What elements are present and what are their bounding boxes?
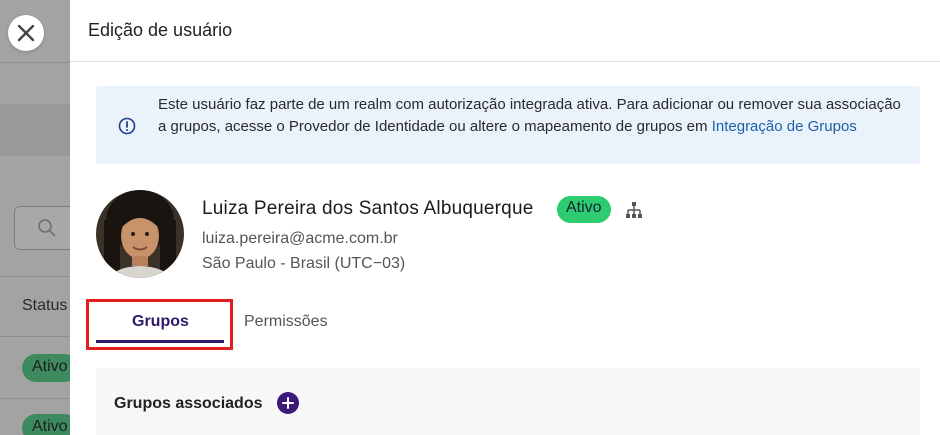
user-name: Luiza Pereira dos Santos Albuquerque xyxy=(202,198,534,219)
drawer-header: Edição de usuário xyxy=(70,0,940,62)
close-icon xyxy=(17,24,35,42)
background-band xyxy=(0,104,80,156)
plus-icon xyxy=(282,397,294,409)
groups-section: Grupos associados xyxy=(96,368,920,435)
drawer-title: Edição de usuário xyxy=(88,20,233,40)
status-badge: Ativo xyxy=(557,196,611,223)
active-tab-indicator xyxy=(96,340,224,343)
user-location: São Paulo - Brasil (UTC−03) xyxy=(202,255,406,272)
user-edit-drawer: Edição de usuário Este usuário faz parte… xyxy=(70,0,940,435)
close-button[interactable] xyxy=(8,15,44,51)
avatar xyxy=(96,190,184,278)
tab-permissions[interactable]: Permissões xyxy=(244,313,328,331)
add-group-button[interactable] xyxy=(277,392,299,414)
info-banner: Este usuário faz parte de um realm com a… xyxy=(96,86,920,164)
divider xyxy=(0,398,80,399)
divider xyxy=(0,276,80,277)
divider xyxy=(0,62,80,63)
tab-groups[interactable]: Grupos xyxy=(132,313,189,331)
groups-section-title: Grupos associados xyxy=(114,395,263,412)
search-icon xyxy=(38,219,56,237)
background-status-header: Status xyxy=(22,297,68,314)
info-text: Este usuário faz parte de um realm com a… xyxy=(158,94,908,138)
group-integration-link[interactable]: Integração de Grupos xyxy=(712,118,857,135)
info-icon xyxy=(118,117,136,135)
hierarchy-icon xyxy=(626,202,642,218)
divider xyxy=(0,336,80,337)
user-email: luiza.pereira@acme.com.br xyxy=(202,230,398,247)
